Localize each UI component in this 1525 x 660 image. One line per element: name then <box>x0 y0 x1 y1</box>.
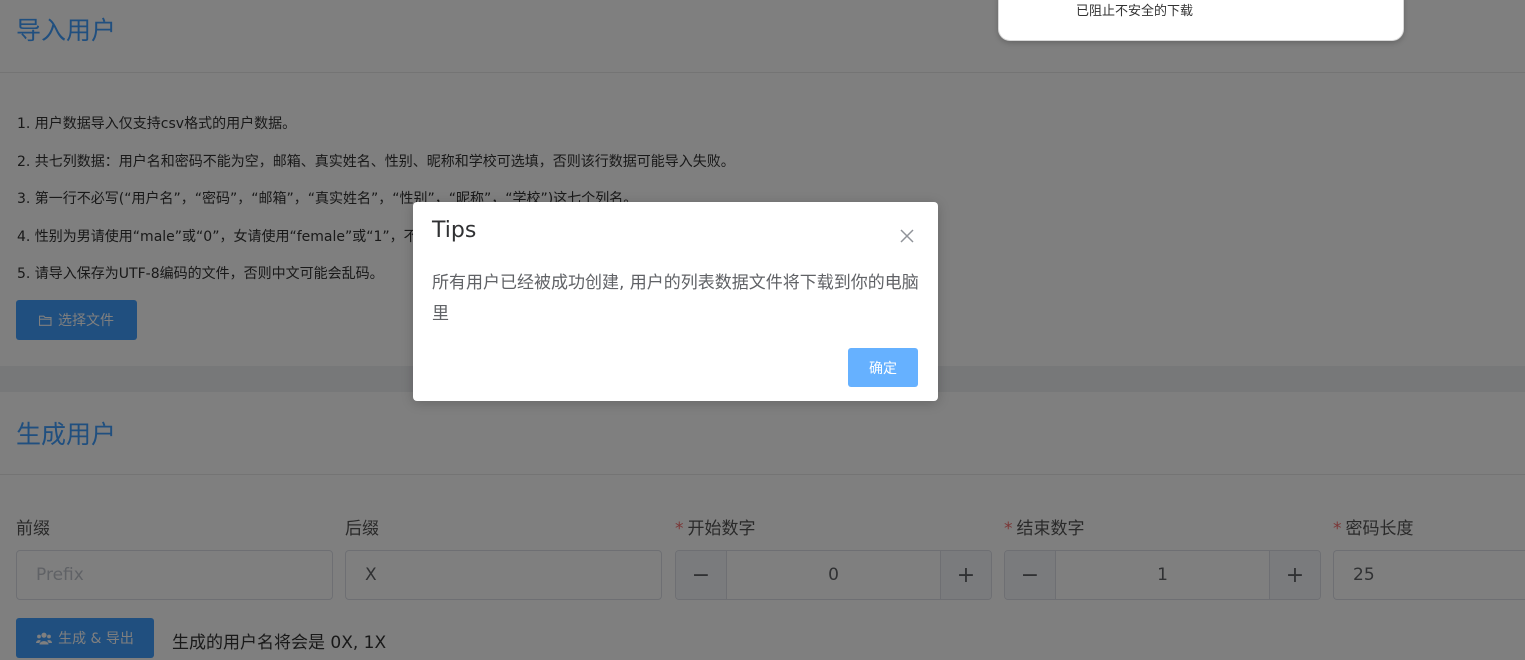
tips-dialog: Tips 所有用户已经被成功创建, 用户的列表数据文件将下载到你的电脑里 确定 <box>413 202 938 401</box>
dialog-message: 所有用户已经被成功创建, 用户的列表数据文件将下载到你的电脑里 <box>432 273 919 324</box>
dialog-title: Tips <box>432 218 477 243</box>
close-icon[interactable] <box>899 228 915 244</box>
download-blocked-text: 已阻止不安全的下载 <box>1076 4 1194 19</box>
confirm-button[interactable]: 确定 <box>848 348 918 387</box>
download-blocked-bubble[interactable]: 已阻止不安全的下载 <box>998 0 1404 41</box>
